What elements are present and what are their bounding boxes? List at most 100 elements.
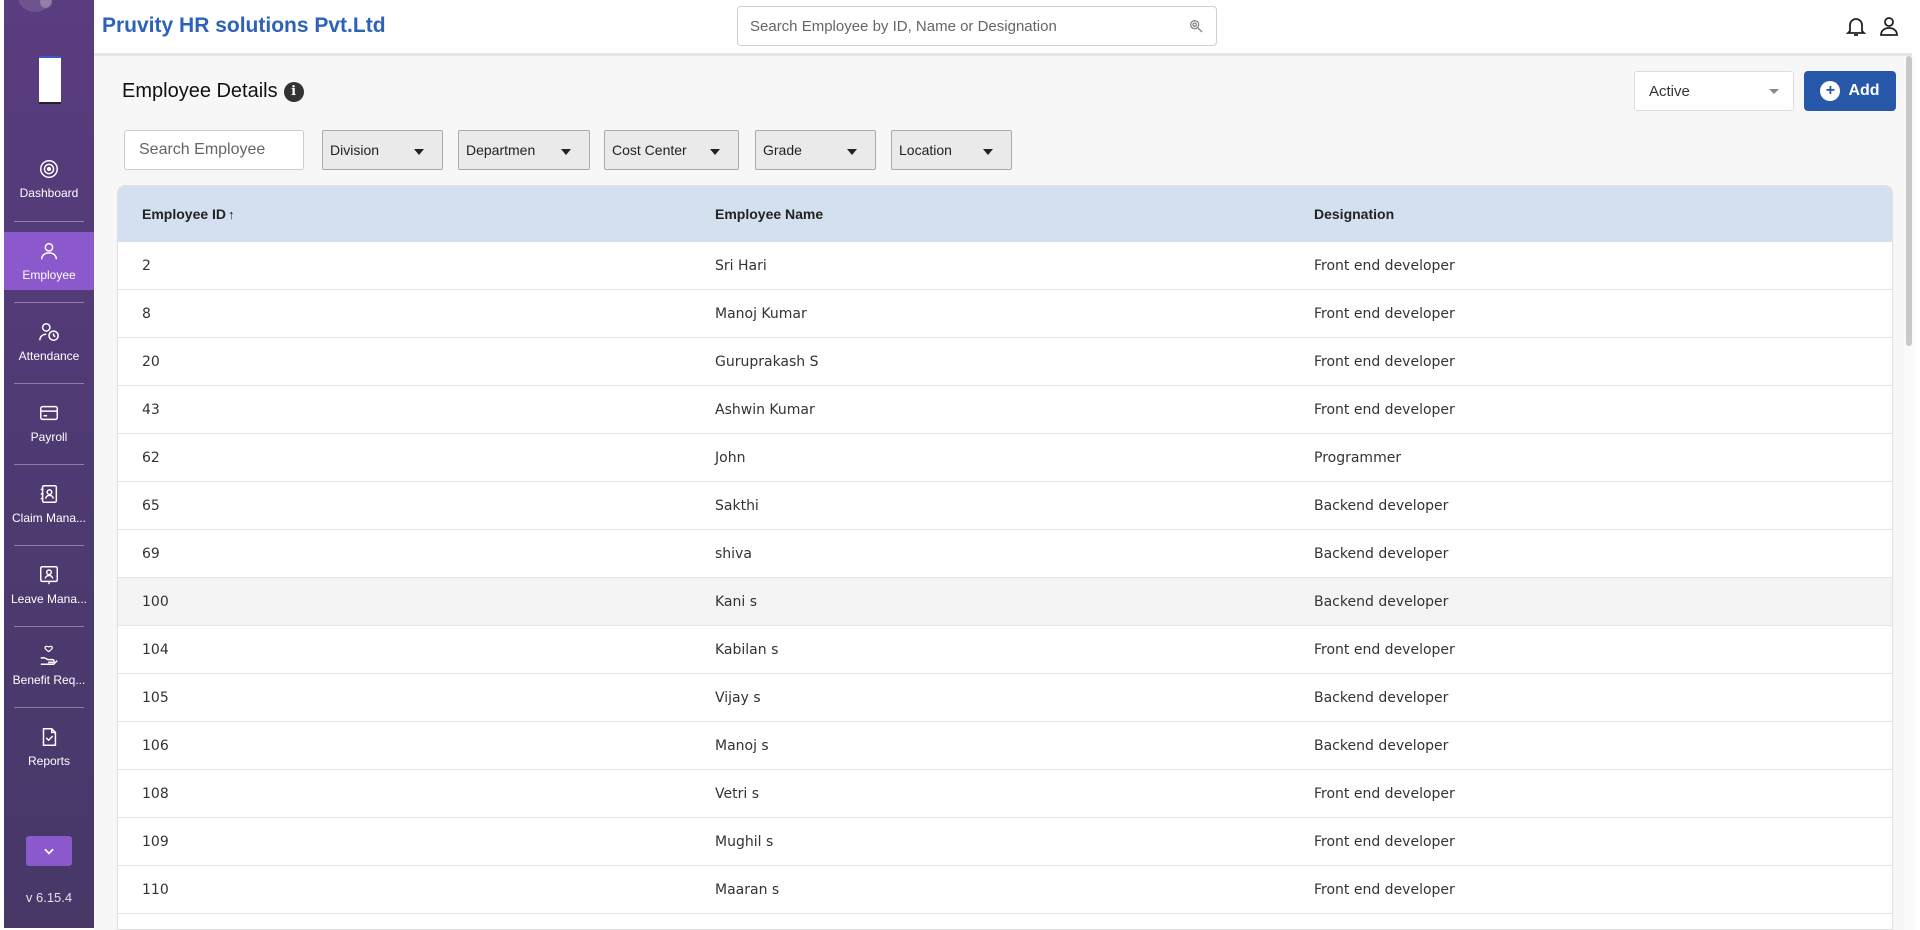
table-row[interactable]: 20 Guruprakash S Front end developer [118,338,1892,386]
employee-name-cell: Ashwin Kumar [715,401,815,418]
sidebar-item-label: Payroll [30,430,68,444]
add-employee-button[interactable]: + Add [1804,71,1896,111]
table-body: 2 Sri Hari Front end developer 8 Manoj Kumar… [118,242,1892,914]
employee-name-header[interactable]: Employee Name [715,206,823,222]
employee-id-cell: 8 [142,305,151,322]
notifications-button[interactable] [1843,13,1869,39]
person-clock-icon [39,323,59,341]
employee-id-cell: 109 [142,833,169,850]
company-logo [39,56,61,104]
table-row[interactable]: 110 Maaran s Front end developer [118,866,1892,914]
table-header: Employee ID ↑ Employee Name Designation [118,186,1892,242]
user-icon [1880,17,1898,36]
designation-cell: Front end developer [1314,833,1455,850]
designation-cell: Front end developer [1314,401,1455,418]
main-content: Employee Details i Active + Add Division… [94,56,1912,930]
employee-name-cell: Sri Hari [715,257,767,274]
header-label: Employee ID [142,206,227,222]
location-filter[interactable]: Location [891,130,1012,170]
caret-down-icon [561,149,571,155]
sidebar-decoration [4,0,94,20]
sidebar-item-benefit-request[interactable]: Benefit Req... [4,637,94,695]
employee-name-cell: shiva [715,545,752,562]
caret-down-icon [983,149,993,155]
person-board-icon [40,566,58,585]
table-row[interactable]: 62 John Programmer [118,434,1892,482]
table-row[interactable]: 108 Vetri s Front end developer [118,770,1892,818]
designation-header[interactable]: Designation [1314,206,1394,222]
sidebar-item-leave-management[interactable]: Leave Mana... [4,556,94,614]
add-button-label: Add [1848,82,1880,99]
employee-search [124,130,304,170]
status-select[interactable]: Active [1634,71,1794,111]
table-row[interactable]: 109 Mughil s Front end developer [118,818,1892,866]
filter-label: Cost Center [612,142,687,158]
designation-cell: Programmer [1314,449,1402,466]
sidebar-item-label: Attendance [18,349,80,363]
division-filter[interactable]: Division [322,130,443,170]
global-search [737,6,1217,46]
sidebar-item-label: Claim Mana... [11,511,87,525]
divider [14,221,84,222]
employee-search-input[interactable] [139,141,289,159]
filter-label: Departmen [466,142,536,158]
sidebar-item-employee[interactable]: Employee [4,232,94,290]
employee-id-cell: 108 [142,785,169,802]
person-icon [40,242,58,260]
filter-label: Grade [763,142,802,158]
caret-down-icon [414,149,424,155]
sidebar-item-dashboard[interactable]: Dashboard [4,150,94,208]
sidebar-item-payroll[interactable]: Payroll [4,394,94,452]
divider [14,707,84,708]
sidebar-item-claim-management[interactable]: Claim Mana... [4,475,94,533]
top-header: Pruvity HR solutions Pvt.Ltd [94,0,1912,56]
sidebar-item-label: Reports [27,754,71,768]
designation-cell: Front end developer [1314,257,1455,274]
table-row[interactable]: 8 Manoj Kumar Front end developer [118,290,1892,338]
divider [14,464,84,465]
employee-id-cell: 65 [142,497,160,514]
page-title: Employee Details i [122,80,304,103]
table-row[interactable]: 100 Kani s Backend developer [118,578,1892,626]
card-icon [40,405,58,421]
table-row[interactable]: 2 Sri Hari Front end developer [118,242,1892,290]
table-row[interactable]: 105 Vijay s Backend developer [118,674,1892,722]
designation-cell: Front end developer [1314,881,1455,898]
cost-center-filter[interactable]: Cost Center [604,130,739,170]
table-row[interactable]: 43 Ashwin Kumar Front end developer [118,386,1892,434]
sidebar-item-attendance[interactable]: Attendance [4,313,94,371]
employee-id-cell: 105 [142,689,169,706]
status-select-value: Active [1649,82,1690,100]
employee-table: Employee ID ↑ Employee Name Designation 2… [117,185,1893,930]
table-row[interactable]: 106 Manoj s Backend developer [118,722,1892,770]
employee-name-cell: Manoj Kumar [715,305,807,322]
info-icon[interactable]: i [283,81,304,102]
table-row[interactable]: 65 Sakthi Backend developer [118,482,1892,530]
employee-name-cell: Vijay s [715,689,761,706]
chevron-down-icon [1769,88,1779,94]
caret-down-icon [847,149,857,155]
scrollbar-thumb[interactable] [1906,56,1912,346]
plus-icon: + [1820,81,1841,101]
search-icon[interactable] [1188,18,1204,34]
divider [14,545,84,546]
grade-filter[interactable]: Grade [755,130,876,170]
expand-menu-button[interactable] [26,836,72,866]
target-icon [40,160,58,178]
filter-label: Division [330,142,380,158]
global-search-input[interactable] [750,17,1188,35]
table-row[interactable]: 69 shiva Backend developer [118,530,1892,578]
employee-name-cell: Guruprakash S [715,353,819,370]
table-row[interactable]: 104 Kabilan s Front end developer [118,626,1892,674]
employee-id-cell: 104 [142,641,169,658]
divider [14,383,84,384]
designation-cell: Backend developer [1314,689,1449,706]
designation-cell: Front end developer [1314,785,1455,802]
employee-id-header[interactable]: Employee ID ↑ [142,206,235,222]
sidebar-item-reports[interactable]: Reports [4,718,94,776]
caret-down-icon [710,149,720,155]
profile-button[interactable] [1876,13,1902,39]
employee-name-cell: Mughil s [715,833,774,850]
employee-name-cell: John [715,449,746,466]
department-filter[interactable]: Departmen [458,130,590,170]
